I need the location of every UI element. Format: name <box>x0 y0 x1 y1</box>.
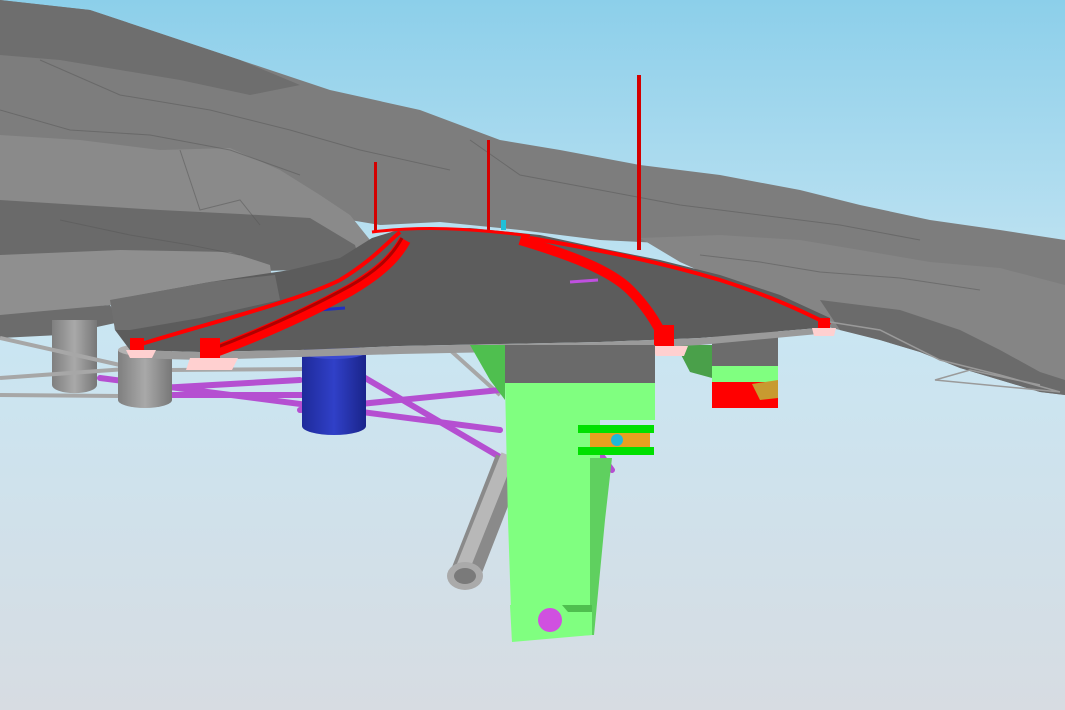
red-post-1 <box>374 162 377 232</box>
pier-magenta-node <box>538 608 562 632</box>
scene-canvas[interactable] <box>0 0 1065 710</box>
red-post-2 <box>487 140 490 232</box>
cyan-marker <box>501 220 506 230</box>
bearing-1 <box>126 350 156 358</box>
barrier-end-block-1 <box>130 338 144 352</box>
pier-cyan-node <box>611 434 623 446</box>
model-viewport[interactable] <box>0 0 1065 710</box>
bearing-3 <box>652 346 688 356</box>
bearing-2 <box>186 358 238 370</box>
abutment-green-band <box>712 366 778 382</box>
blue-tank <box>302 352 366 435</box>
bearing-4 <box>812 328 836 336</box>
barrier-end-block-3 <box>654 325 674 347</box>
pier-green-bracket-top <box>578 425 654 433</box>
red-post-3 <box>637 75 641 250</box>
barrier-end-block-2 <box>200 338 220 360</box>
pier-green-bracket-bottom <box>578 447 654 455</box>
lane-mark-purple <box>569 278 599 284</box>
pier-cap-grey <box>505 345 655 383</box>
